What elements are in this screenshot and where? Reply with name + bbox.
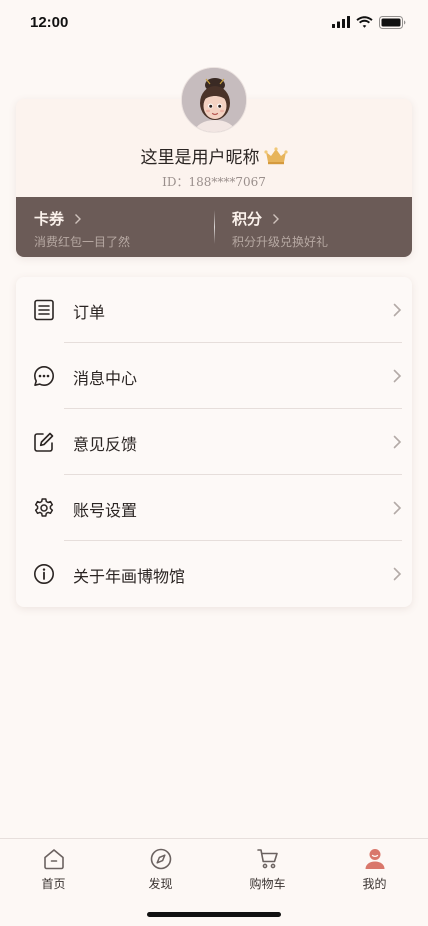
chevron-right-icon <box>273 213 280 224</box>
message-icon <box>34 366 54 386</box>
user-nickname[interactable]: 这里是用户昵称 <box>141 143 260 168</box>
tab-label: 发现 <box>148 877 173 891</box>
chevron-right-icon <box>393 567 402 581</box>
settings-gear-icon <box>34 498 54 517</box>
coupon-entry[interactable]: 卡券 消费红包一目了然 <box>16 197 214 257</box>
menu-item-label: 订单 <box>73 303 106 322</box>
chevron-right-icon <box>393 303 402 317</box>
menu-item-label: 意见反馈 <box>73 435 138 454</box>
menu-item-feedback[interactable]: 意见反馈 <box>16 409 412 475</box>
order-list-icon <box>34 299 54 321</box>
points-entry[interactable]: 积分 积分升级兑换好礼 <box>214 197 412 257</box>
home-icon <box>43 849 64 870</box>
battery-icon <box>379 15 406 29</box>
status-bar: 12:00 <box>0 0 428 44</box>
coupon-subtitle: 消费红包一目了然 <box>34 235 131 249</box>
points-title: 积分 <box>232 210 263 228</box>
tab-label: 购物车 <box>249 877 286 891</box>
feedback-edit-icon <box>34 432 54 452</box>
info-icon <box>34 564 54 584</box>
chevron-right-icon <box>75 213 82 224</box>
wifi-icon <box>356 16 373 28</box>
crown-icon <box>263 146 288 164</box>
menu-card: 订单 消息中心 意见反馈 账号设置 关于年画博物馆 <box>16 277 412 607</box>
chevron-right-icon <box>393 501 402 515</box>
compass-icon <box>150 848 171 870</box>
chevron-right-icon <box>393 435 402 449</box>
menu-item-about[interactable]: 关于年画博物馆 <box>16 541 412 607</box>
benefit-divider <box>214 210 215 244</box>
user-id: ID：188****7067 <box>162 175 266 189</box>
cart-icon <box>256 849 278 869</box>
tab-label: 我的 <box>362 877 387 891</box>
chevron-right-icon <box>393 369 402 383</box>
status-time: 12:00 <box>30 13 69 31</box>
signal-icon <box>332 16 350 28</box>
menu-item-messages[interactable]: 消息中心 <box>16 343 412 409</box>
avatar[interactable] <box>181 67 247 133</box>
status-icons <box>332 15 406 29</box>
menu-item-orders[interactable]: 订单 <box>16 277 412 343</box>
nickname-row: 这里是用户昵称 <box>16 143 412 168</box>
coupon-title: 卡券 <box>34 210 65 228</box>
user-icon <box>365 849 384 869</box>
tab-mine[interactable]: 我的 <box>321 839 428 926</box>
avatar-illustration <box>182 68 246 132</box>
menu-item-label: 账号设置 <box>73 501 138 520</box>
menu-item-label: 消息中心 <box>73 369 138 388</box>
tab-home[interactable]: 首页 <box>0 839 107 926</box>
benefit-bar: 卡券 消费红包一目了然 积分 积分升级兑换好礼 <box>16 197 412 257</box>
home-indicator <box>147 912 281 917</box>
menu-item-label: 关于年画博物馆 <box>73 567 186 586</box>
tab-label: 首页 <box>41 877 66 891</box>
menu-item-settings[interactable]: 账号设置 <box>16 475 412 541</box>
points-subtitle: 积分升级兑换好礼 <box>232 235 329 249</box>
